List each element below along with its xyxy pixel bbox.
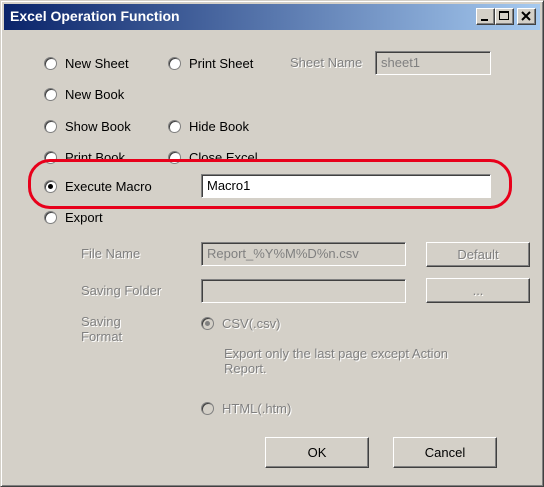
radio-label: HTML(.htm) bbox=[222, 400, 292, 416]
radio-label: Print Sheet bbox=[189, 55, 254, 71]
close-icon bbox=[521, 11, 531, 21]
maximize-button[interactable] bbox=[495, 8, 514, 25]
radio-print-book[interactable]: Print Book bbox=[44, 147, 125, 167]
radio-html[interactable]: HTML(.htm) bbox=[201, 398, 291, 418]
radio-close-excel[interactable]: Close Excel bbox=[168, 147, 258, 167]
radio-execute-macro[interactable]: Execute Macro bbox=[44, 176, 152, 196]
radio-label: New Sheet bbox=[65, 55, 129, 71]
radio-button[interactable] bbox=[44, 87, 57, 101]
radio-print-sheet[interactable]: Print Sheet bbox=[168, 53, 253, 73]
radio-export[interactable]: Export bbox=[44, 207, 103, 227]
window-title: Excel Operation Function bbox=[10, 8, 180, 24]
radio-label: CSV(.csv) bbox=[222, 315, 281, 331]
saving-folder-label: Saving Folder bbox=[81, 283, 162, 298]
cancel-button[interactable]: Cancel bbox=[393, 437, 497, 468]
sheet-name-input[interactable]: sheet1 bbox=[375, 51, 491, 75]
radio-button[interactable] bbox=[44, 56, 57, 70]
radio-button[interactable] bbox=[168, 119, 181, 133]
file-name-input[interactable]: Report_%Y%M%D%n.csv bbox=[201, 242, 406, 266]
radio-new-sheet[interactable]: New Sheet bbox=[44, 53, 129, 73]
minimize-icon bbox=[481, 19, 488, 21]
saving-folder-input[interactable] bbox=[201, 279, 406, 303]
radio-button[interactable] bbox=[201, 316, 214, 330]
radio-label: New Book bbox=[65, 86, 125, 102]
default-button[interactable]: Default bbox=[426, 242, 530, 267]
radio-button[interactable] bbox=[168, 150, 181, 164]
csv-note-line-1: Export only the last page except Action bbox=[224, 346, 449, 361]
radio-label: Close Excel bbox=[189, 149, 258, 165]
browse-folder-button[interactable]: ... bbox=[426, 278, 530, 303]
close-button[interactable] bbox=[517, 8, 536, 25]
saving-format-label-2: Format bbox=[81, 329, 123, 344]
saving-format-label-1: Saving bbox=[81, 314, 121, 329]
radio-label: Show Book bbox=[65, 118, 131, 134]
sheet-name-label: Sheet Name bbox=[290, 55, 363, 70]
radio-button[interactable] bbox=[44, 119, 57, 133]
radio-button[interactable] bbox=[201, 401, 214, 415]
ok-button[interactable]: OK bbox=[265, 437, 369, 468]
radio-button[interactable] bbox=[168, 56, 181, 70]
minimize-button[interactable] bbox=[476, 8, 495, 25]
file-name-label: File Name bbox=[81, 246, 141, 261]
radio-button[interactable] bbox=[44, 150, 57, 164]
radio-label: Export bbox=[65, 209, 103, 225]
radio-show-book[interactable]: Show Book bbox=[44, 116, 131, 136]
radio-label: Execute Macro bbox=[65, 178, 152, 194]
title-bar[interactable]: Excel Operation Function bbox=[4, 4, 540, 30]
radio-hide-book[interactable]: Hide Book bbox=[168, 116, 249, 136]
radio-label: Print Book bbox=[65, 149, 125, 165]
excel-operation-dialog: Excel Operation Function New Sheet Print… bbox=[0, 0, 544, 487]
radio-csv[interactable]: CSV(.csv) bbox=[201, 313, 281, 333]
macro-name-input[interactable]: Macro1 bbox=[201, 174, 491, 198]
maximize-icon bbox=[499, 11, 509, 20]
radio-label: Hide Book bbox=[189, 118, 249, 134]
radio-button[interactable] bbox=[44, 179, 57, 193]
radio-new-book[interactable]: New Book bbox=[44, 84, 124, 104]
csv-note-line-2: Report. bbox=[224, 361, 267, 376]
radio-button[interactable] bbox=[44, 210, 57, 224]
